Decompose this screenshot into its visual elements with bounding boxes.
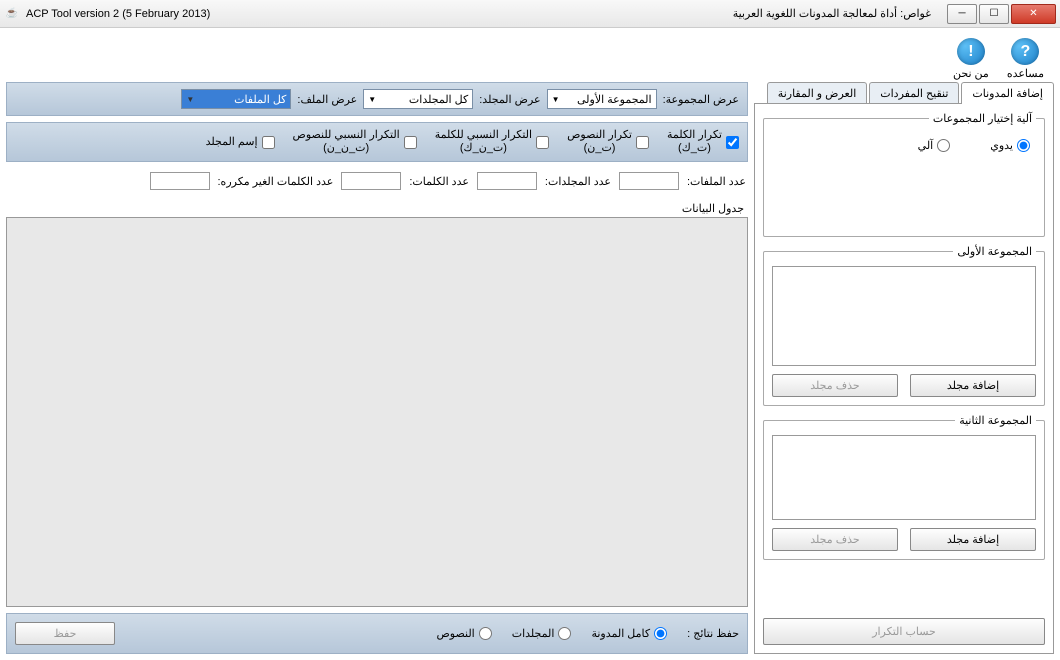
group2-add-button[interactable]: إضافة مجلد <box>910 528 1036 551</box>
unique-words-label: عدد الكلمات الغير مكرره: <box>218 175 334 188</box>
radio-manual[interactable]: يدوي <box>990 139 1030 152</box>
calculate-button[interactable]: حساب التكرار <box>763 618 1045 645</box>
save-row: حفظ نتائج : كامل المدونة المجلدات النصوص… <box>6 613 748 654</box>
arabic-title: غواص: أداة لمعالجة المدونات اللغوية العر… <box>210 7 941 20</box>
selection-legend: آلية إختيار المجموعات <box>929 112 1036 125</box>
column-checkbox-row: تكرار الكلمة(ت_ك) تكرار النصوص(ت_ن) التك… <box>6 122 748 162</box>
group2-legend: المجموعة الثانية <box>955 414 1036 427</box>
group2-fieldset: المجموعة الثانية إضافة مجلد حذف مجلد <box>763 414 1045 560</box>
folders-count-label: عدد المجلدات: <box>545 175 611 188</box>
selection-mode-fieldset: آلية إختيار المجموعات يدوي آلي <box>763 112 1045 237</box>
save-button[interactable]: حفظ <box>15 622 115 645</box>
folders-count-field[interactable] <box>477 172 537 190</box>
app-title: ACP Tool version 2 (5 February 2013) <box>26 8 210 20</box>
chk-word-freq[interactable]: تكرار الكلمة(ت_ك) <box>667 129 739 155</box>
group1-add-button[interactable]: إضافة مجلد <box>910 374 1036 397</box>
radio-full-corpus[interactable]: كامل المدونة <box>591 627 667 640</box>
stats-row: عدد الملفات: عدد المجلدات: عدد الكلمات: … <box>6 168 748 194</box>
question-icon: ? <box>1011 38 1039 65</box>
group2-delete-button[interactable]: حذف مجلد <box>772 528 898 551</box>
data-table[interactable] <box>6 217 748 607</box>
unique-words-field[interactable] <box>150 172 210 190</box>
data-table-label: جدول البيانات <box>6 200 748 217</box>
group-filter-label: عرض المجموعة: <box>663 93 739 106</box>
about-button[interactable]: ! من نحن <box>953 38 989 80</box>
group-filter-select[interactable]: المجموعة الأولى▼ <box>547 89 657 109</box>
radio-texts[interactable]: النصوص <box>436 627 491 640</box>
tab-refine-vocab[interactable]: تنقيح المفردات <box>869 82 959 104</box>
titlebar: ☕ ACP Tool version 2 (5 February 2013) غ… <box>0 0 1060 28</box>
tab-add-corpus[interactable]: إضافة المدونات <box>961 82 1054 104</box>
chk-text-freq[interactable]: تكرار النصوص(ت_ن) <box>567 129 649 155</box>
file-filter-label: عرض الملف: <box>297 93 357 106</box>
group1-legend: المجموعة الأولى <box>953 245 1036 258</box>
words-count-label: عدد الكلمات: <box>409 175 469 188</box>
tab-view-compare[interactable]: العرض و المقارنة <box>767 82 867 104</box>
chk-rel-word-freq[interactable]: التكرار النسبي للكلمة(ت_ن_ك) <box>435 129 549 155</box>
files-count-field[interactable] <box>619 172 679 190</box>
help-button[interactable]: ? مساعده <box>1007 38 1044 80</box>
group1-delete-button[interactable]: حذف مجلد <box>772 374 898 397</box>
chk-rel-text-freq[interactable]: التكرار النسبي للنصوص(ت_ن_ن) <box>293 129 417 155</box>
files-count-label: عدد الملفات: <box>687 175 746 188</box>
maximize-button[interactable]: ☐ <box>979 4 1009 24</box>
group1-list[interactable] <box>772 266 1036 366</box>
chk-folder-name[interactable]: إسم المجلد <box>206 136 275 149</box>
radio-auto[interactable]: آلي <box>918 139 951 152</box>
file-filter-select[interactable]: كل الملفات▼ <box>181 89 291 109</box>
filter-row: عرض المجموعة: المجموعة الأولى▼ عرض المجل… <box>6 82 748 116</box>
about-label: من نحن <box>953 67 989 80</box>
radio-folders[interactable]: المجلدات <box>512 627 572 640</box>
info-icon: ! <box>957 38 985 65</box>
group1-fieldset: المجموعة الأولى إضافة مجلد حذف مجلد <box>763 245 1045 406</box>
folder-filter-label: عرض المجلد: <box>479 93 540 106</box>
java-icon: ☕ <box>4 6 20 22</box>
minimize-button[interactable]: ─ <box>947 4 977 24</box>
help-label: مساعده <box>1007 67 1044 80</box>
folder-filter-select[interactable]: كل المجلدات▼ <box>363 89 473 109</box>
close-button[interactable]: ✕ <box>1011 4 1056 24</box>
group2-list[interactable] <box>772 435 1036 520</box>
words-count-field[interactable] <box>341 172 401 190</box>
save-results-label: حفظ نتائج : <box>687 627 739 640</box>
